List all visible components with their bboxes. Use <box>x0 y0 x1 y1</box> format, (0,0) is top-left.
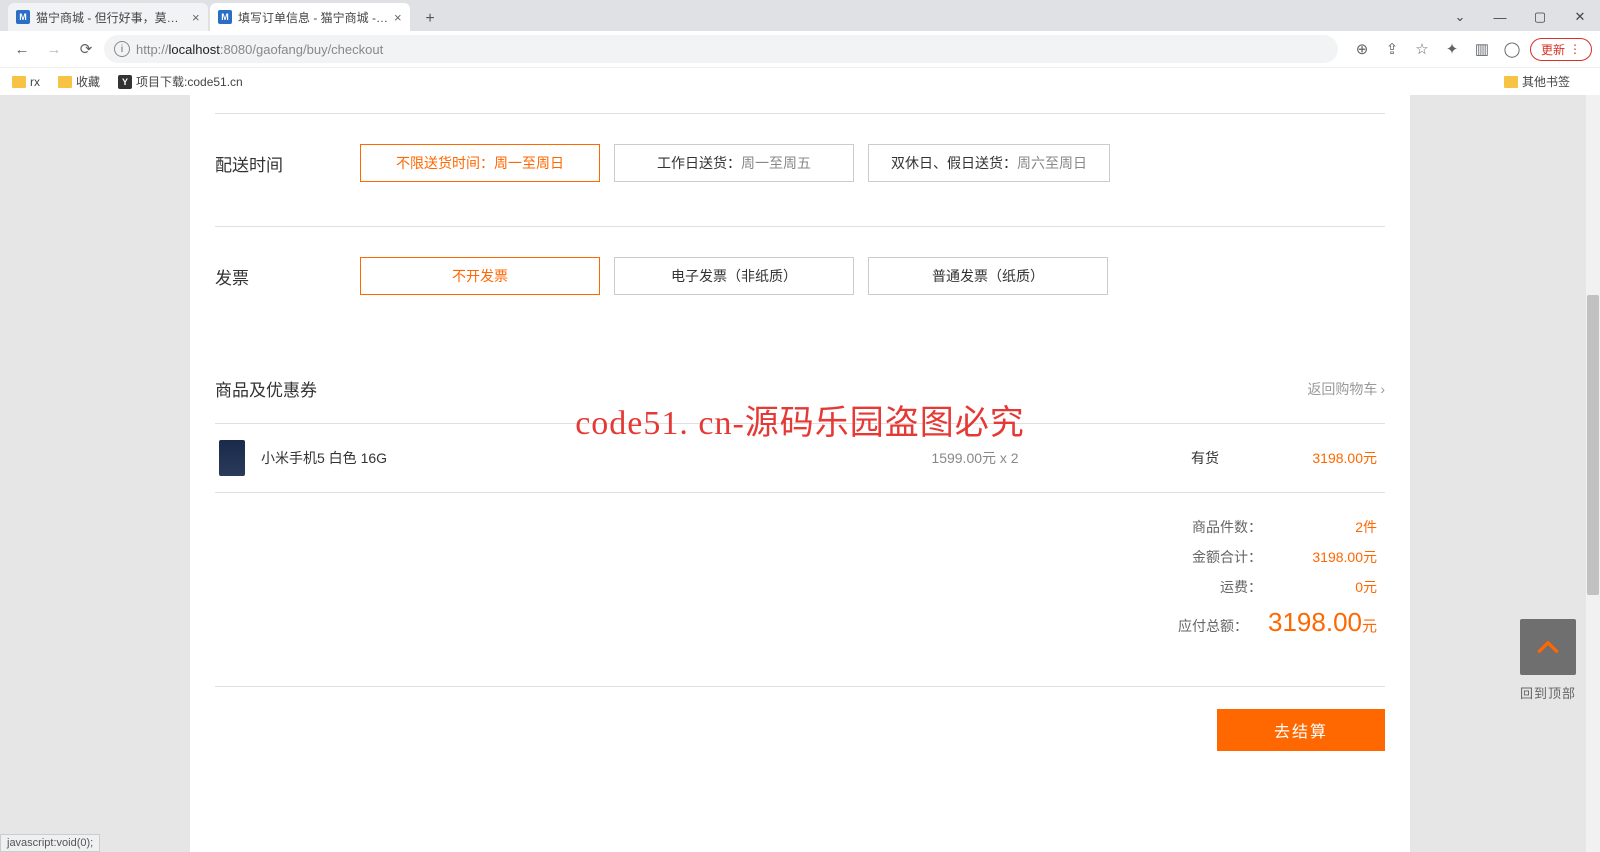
invoice-section: 发票 不开发票 电子发票（非纸质） 普通发票（纸质） <box>215 227 1385 321</box>
checkout-page: 配送时间 不限送货时间：周一至周日 工作日送货：周一至周五 双休日、假日送货：周… <box>190 95 1410 852</box>
summary-amount-label: 金额合计： <box>1192 547 1262 567</box>
scroll-thumb[interactable] <box>1587 295 1599 595</box>
chevron-right-icon: › <box>1380 381 1385 397</box>
invoice-option-electronic[interactable]: 电子发票（非纸质） <box>614 257 854 295</box>
folder-icon <box>1504 76 1518 88</box>
address-bar: ← → ⟳ i http://localhost:8080/gaofang/bu… <box>0 31 1600 67</box>
bookmark-code51[interactable]: Y 项目下载:code51.cn <box>118 73 243 90</box>
delivery-option-anyday[interactable]: 不限送货时间：周一至周日 <box>360 144 600 182</box>
checkout-button[interactable]: 去结算 <box>1217 709 1385 751</box>
browser-chrome: M 猫宁商城 - 但行好事，莫问前程 × M 填写订单信息 - 猫宁商城 - 但… <box>0 0 1600 95</box>
back-to-top: 回到顶部 <box>1520 619 1576 702</box>
product-name: 小米手机5 白色 16G <box>261 448 805 468</box>
product-unit-price: 1599.00元 x 2 <box>805 448 1145 468</box>
back-to-cart-link[interactable]: 返回购物车 › <box>1307 379 1385 399</box>
dropdown-icon[interactable]: ⌄ <box>1440 3 1480 31</box>
delivery-time-label: 配送时间 <box>215 151 360 176</box>
sidepanel-icon[interactable]: ▥ <box>1470 37 1494 61</box>
chevron-up-icon <box>1535 634 1561 660</box>
reload-icon[interactable]: ⟳ <box>72 35 100 63</box>
invoice-option-none[interactable]: 不开发票 <box>360 257 600 295</box>
summary-count-value: 2件 <box>1282 517 1377 537</box>
tab-active[interactable]: M 填写订单信息 - 猫宁商城 - 但行 × <box>210 3 410 31</box>
delivery-option-weekend[interactable]: 双休日、假日送货：周六至周日 <box>868 144 1110 182</box>
favicon-icon: M <box>218 10 232 24</box>
order-summary: 商品件数： 2件 金额合计： 3198.00元 运费： 0元 应付总额： 319… <box>215 517 1385 638</box>
zoom-icon[interactable]: ⊕ <box>1350 37 1374 61</box>
maximize-icon[interactable]: ▢ <box>1520 3 1560 31</box>
tab-bar: M 猫宁商城 - 但行好事，莫问前程 × M 填写订单信息 - 猫宁商城 - 但… <box>0 0 1600 31</box>
folder-icon <box>58 76 72 88</box>
back-to-top-button[interactable] <box>1520 619 1576 675</box>
update-button[interactable]: 更新⋮ <box>1530 38 1592 61</box>
favicon-icon: M <box>16 10 30 24</box>
profile-icon[interactable]: ◯ <box>1500 37 1524 61</box>
delivery-options: 不限送货时间：周一至周日 工作日送货：周一至周五 双休日、假日送货：周六至周日 <box>360 144 1110 182</box>
site-info-icon[interactable]: i <box>114 41 130 57</box>
url-input[interactable]: i http://localhost:8080/gaofang/buy/chec… <box>104 35 1338 63</box>
product-stock: 有货 <box>1145 448 1265 468</box>
bookmark-favorites[interactable]: 收藏 <box>58 73 100 90</box>
status-bar: javascript:void(0); <box>0 834 100 852</box>
window-controls: ⌄ — ▢ ✕ <box>1440 3 1600 31</box>
summary-count-label: 商品件数： <box>1192 517 1262 537</box>
product-subtotal: 3198.00元 <box>1265 448 1385 468</box>
delivery-time-section: 配送时间 不限送货时间：周一至周日 工作日送货：周一至周五 双休日、假日送货：周… <box>215 114 1385 208</box>
summary-total-value: 3198.00元 <box>1268 607 1377 638</box>
tab-title: 填写订单信息 - 猫宁商城 - 但行 <box>238 9 388 26</box>
page-viewport: 配送时间 不限送货时间：周一至周日 工作日送货：周一至周五 双休日、假日送货：周… <box>0 95 1600 852</box>
minimize-icon[interactable]: — <box>1480 3 1520 31</box>
bookmark-rx[interactable]: rx <box>12 75 40 89</box>
new-tab-button[interactable]: + <box>418 7 442 31</box>
forward-icon[interactable]: → <box>40 35 68 63</box>
goods-list: 小米手机5 白色 16G 1599.00元 x 2 有货 3198.00元 <box>215 423 1385 493</box>
bookmark-bar: rx 收藏 Y 项目下载:code51.cn 其他书签 <box>0 67 1600 95</box>
goods-section: 商品及优惠券 返回购物车 › 小米手机5 白色 16G 1599.00元 x 2… <box>215 376 1385 779</box>
goods-item: 小米手机5 白色 16G 1599.00元 x 2 有货 3198.00元 <box>215 424 1385 492</box>
scrollbar-vertical[interactable] <box>1586 95 1600 852</box>
close-icon[interactable]: × <box>192 10 200 25</box>
summary-total-label: 应付总额： <box>1178 616 1248 636</box>
product-thumbnail <box>219 440 245 476</box>
goods-title: 商品及优惠券 <box>215 376 317 401</box>
extensions-icon[interactable]: ✦ <box>1440 37 1464 61</box>
toolbar-right: ⊕ ⇪ ☆ ✦ ▥ ◯ 更新⋮ <box>1350 37 1592 61</box>
url-text: http://localhost:8080/gaofang/buy/checko… <box>136 42 383 57</box>
star-icon[interactable]: ☆ <box>1410 37 1434 61</box>
delivery-option-weekday[interactable]: 工作日送货：周一至周五 <box>614 144 854 182</box>
share-icon[interactable]: ⇪ <box>1380 37 1404 61</box>
tab-inactive[interactable]: M 猫宁商城 - 但行好事，莫问前程 × <box>8 3 208 31</box>
summary-shipping-label: 运费： <box>1220 577 1262 597</box>
invoice-options: 不开发票 电子发票（非纸质） 普通发票（纸质） <box>360 257 1108 295</box>
close-window-icon[interactable]: ✕ <box>1560 3 1600 31</box>
back-icon[interactable]: ← <box>8 35 36 63</box>
tab-title: 猫宁商城 - 但行好事，莫问前程 <box>36 9 186 26</box>
folder-icon <box>12 76 26 88</box>
close-icon[interactable]: × <box>394 10 402 25</box>
invoice-label: 发票 <box>215 264 360 289</box>
summary-amount-value: 3198.00元 <box>1282 547 1377 567</box>
summary-shipping-value: 0元 <box>1282 577 1377 597</box>
back-to-top-label: 回到顶部 <box>1520 683 1576 702</box>
invoice-option-paper[interactable]: 普通发票（纸质） <box>868 257 1108 295</box>
other-bookmarks[interactable]: 其他书签 <box>1504 73 1570 90</box>
site-icon: Y <box>118 75 132 89</box>
